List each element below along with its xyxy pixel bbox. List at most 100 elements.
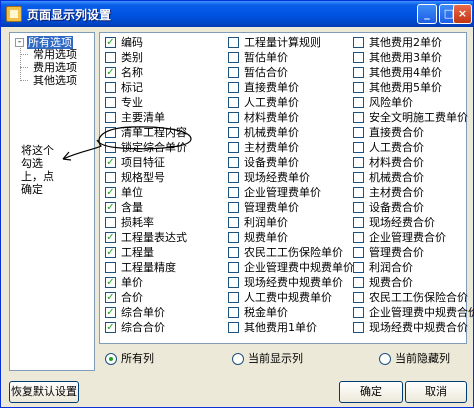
checkbox[interactable] (105, 112, 116, 123)
checkbox[interactable] (228, 112, 239, 123)
annotation-note: 将这个勾选上，点确定 (21, 144, 54, 196)
column-option-label: 农民工工伤保险合价 (369, 291, 468, 304)
column-option-label: 管理费单价 (244, 201, 299, 214)
checkbox[interactable] (353, 97, 364, 108)
checkbox[interactable] (228, 262, 239, 273)
app-icon (6, 6, 22, 22)
checkbox[interactable] (353, 37, 364, 48)
restore-defaults-button[interactable]: 恢复默认设置 (9, 381, 79, 403)
option-tree: - 所有选项 常用选项 费用选项 其他选项 (9, 32, 95, 371)
tree-node-common[interactable]: 常用选项 (33, 48, 77, 61)
checkbox[interactable] (228, 97, 239, 108)
checkbox[interactable] (353, 262, 364, 273)
column-option-label: 利润合价 (369, 261, 413, 274)
column-option-label: 工程量表达式 (121, 231, 187, 244)
column-option-label: 名称 (121, 66, 143, 79)
checkbox[interactable] (353, 172, 364, 183)
column-option-label: 企业管理费中规费单价 (244, 261, 354, 274)
minimize-button[interactable]: _ (417, 4, 437, 24)
checkbox-checked[interactable]: ✓ (105, 232, 116, 243)
checkbox-checked[interactable]: ✓ (105, 157, 116, 168)
column-option-label: 工程量计算规则 (244, 36, 321, 49)
checkbox[interactable] (228, 37, 239, 48)
column-option-label: 材料费单价 (244, 111, 299, 124)
checkbox[interactable] (105, 217, 116, 228)
checkbox-checked[interactable]: ✓ (105, 247, 116, 258)
window-title: 页面显示列设置 (27, 8, 112, 22)
checkbox[interactable] (105, 262, 116, 273)
column-option-label: 主材费合价 (369, 186, 424, 199)
checkbox[interactable] (353, 67, 364, 78)
ok-button[interactable]: 确定 (339, 381, 403, 403)
checkbox[interactable] (228, 52, 239, 63)
column-option-label: 其他费用5单价 (369, 81, 442, 94)
checkbox[interactable] (228, 202, 239, 213)
tree-node-fees[interactable]: 费用选项 (33, 61, 77, 74)
checkbox[interactable] (353, 142, 364, 153)
checkbox[interactable] (105, 52, 116, 63)
checkbox-checked[interactable]: ✓ (105, 307, 116, 318)
checkbox-checked[interactable]: ✓ (105, 322, 116, 333)
checkbox[interactable] (228, 277, 239, 288)
radio-selected-indicator[interactable] (105, 353, 117, 365)
checkbox[interactable] (353, 112, 364, 123)
checkbox[interactable] (228, 157, 239, 168)
checkbox-checked[interactable]: ✓ (105, 277, 116, 288)
checkbox[interactable] (228, 172, 239, 183)
checkbox[interactable] (228, 232, 239, 243)
column-option-label: 其他费用3单价 (369, 51, 442, 64)
checkbox[interactable] (105, 82, 116, 93)
column-option-label: 规格型号 (121, 171, 165, 184)
checkbox[interactable] (228, 82, 239, 93)
column-option-label: 其他费用4单价 (369, 66, 442, 79)
checkbox[interactable] (353, 292, 364, 303)
checkbox-checked[interactable]: ✓ (105, 202, 116, 213)
radio-indicator[interactable] (232, 353, 244, 365)
checkbox[interactable] (353, 247, 364, 258)
checkbox[interactable] (228, 292, 239, 303)
column-option-label: 设备费单价 (244, 156, 299, 169)
column-option-label: 类别 (121, 51, 143, 64)
radio-all-label: 所有列 (121, 352, 154, 365)
checkbox-checked[interactable]: ✓ (105, 187, 116, 198)
column-option-label: 人工费合价 (369, 141, 424, 154)
checkbox[interactable] (228, 187, 239, 198)
checkbox[interactable] (105, 97, 116, 108)
radio-indicator[interactable] (379, 353, 391, 365)
checkbox[interactable] (105, 127, 116, 138)
checkbox[interactable] (353, 277, 364, 288)
column-option-label: 现场经费单价 (244, 171, 310, 184)
checkbox[interactable] (228, 127, 239, 138)
checkbox[interactable] (353, 322, 364, 333)
checkbox[interactable] (353, 157, 364, 168)
column-option-label: 暂估合价 (244, 66, 288, 79)
checkbox[interactable] (228, 322, 239, 333)
checkbox[interactable] (228, 217, 239, 228)
checkbox-checked[interactable]: ✓ (105, 37, 116, 48)
checkbox[interactable] (353, 202, 364, 213)
checkbox[interactable] (228, 142, 239, 153)
column-option-label: 合价 (121, 291, 143, 304)
checkbox[interactable] (353, 217, 364, 228)
checkbox-checked[interactable]: ✓ (105, 292, 116, 303)
cancel-button[interactable]: 取消 (405, 381, 467, 403)
radio-hidden-label: 当前隐藏列 (395, 352, 450, 365)
checkbox[interactable] (105, 172, 116, 183)
checkbox[interactable] (228, 247, 239, 258)
tree-node-other[interactable]: 其他选项 (33, 74, 77, 87)
title-bar[interactable]: 页面显示列设置 _ □ × (1, 1, 473, 27)
checkbox[interactable] (353, 307, 364, 318)
checkbox-checked[interactable]: ✓ (105, 67, 116, 78)
checkbox[interactable] (105, 142, 116, 153)
close-button[interactable]: × (453, 4, 472, 24)
checkbox[interactable] (353, 127, 364, 138)
column-option-label: 现场经费中规费合价 (369, 321, 468, 334)
checkbox[interactable] (353, 232, 364, 243)
column-option-label: 利润单价 (244, 216, 288, 229)
checkbox[interactable] (353, 52, 364, 63)
collapse-icon[interactable]: - (15, 38, 24, 47)
checkbox[interactable] (353, 187, 364, 198)
checkbox[interactable] (228, 307, 239, 318)
checkbox[interactable] (228, 67, 239, 78)
checkbox[interactable] (353, 82, 364, 93)
